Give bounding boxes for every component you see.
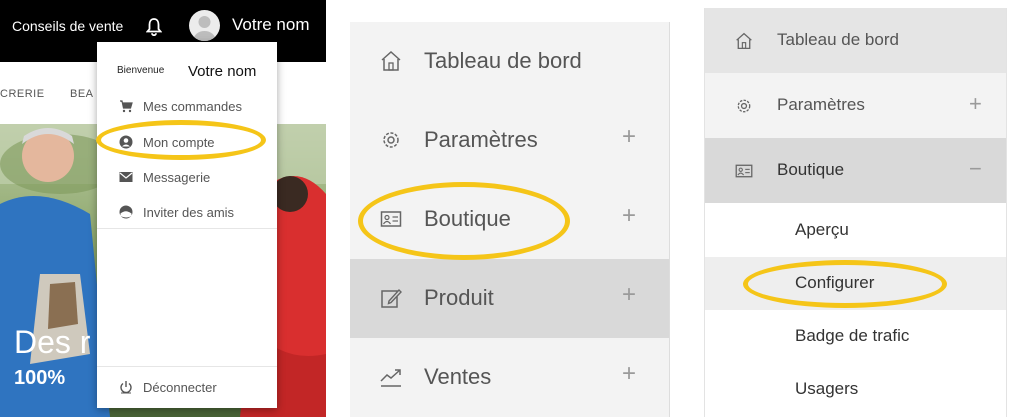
sidebar-item-label: Tableau de bord: [777, 30, 899, 49]
nav-category[interactable]: CRERIE: [0, 88, 45, 100]
sidebar-item-label: Tableau de bord: [424, 48, 582, 73]
invite-icon: [119, 205, 133, 219]
logout-label: Déconnecter: [143, 379, 217, 395]
expand-icon[interactable]: +: [622, 123, 636, 151]
user-name[interactable]: Votre nom: [232, 15, 310, 35]
sidebar-item-label: Boutique: [777, 160, 845, 179]
hero-subtext: 100%: [14, 367, 66, 389]
expand-icon[interactable]: +: [969, 91, 982, 117]
sidebar-item-sales[interactable]: Ventes +: [350, 338, 669, 417]
menu-item-orders[interactable]: Mes commandes: [119, 96, 242, 116]
avatar[interactable]: [189, 10, 220, 41]
sidebar-item-label: Ventes: [424, 364, 492, 389]
menu-item-label: Mes commandes: [143, 98, 242, 114]
logout-button[interactable]: Déconnecter: [119, 377, 217, 397]
admin-sidebar-expanded: Tableau de bord Paramètres + Boutique − …: [704, 8, 1007, 417]
submenu-item-label: Usagers: [795, 379, 859, 398]
cart-icon: [119, 99, 133, 113]
highlight-ellipse: [743, 260, 947, 308]
sidebar-item-label: Paramètres: [424, 127, 538, 152]
edit-icon: [380, 287, 402, 309]
sales-tips-link[interactable]: Conseils de vente: [12, 18, 123, 34]
submenu-item-users[interactable]: Usagers: [705, 363, 1006, 416]
submenu-item-label: Badge de trafic: [795, 326, 910, 345]
expand-icon[interactable]: +: [622, 281, 636, 309]
sidebar-item-product[interactable]: Produit +: [350, 259, 669, 338]
home-icon: [380, 50, 402, 72]
gear-icon: [380, 129, 402, 151]
collapse-icon[interactable]: −: [969, 156, 982, 182]
store-icon: [735, 162, 753, 180]
sidebar-item-settings[interactable]: Paramètres +: [705, 73, 1006, 138]
sidebar-item-dashboard[interactable]: Tableau de bord: [705, 8, 1006, 73]
menu-divider: [97, 228, 277, 229]
expand-icon[interactable]: +: [622, 202, 636, 230]
user-dropdown-menu: Bienvenue Votre nom Mes commandes Mon co…: [97, 42, 277, 408]
hero-headline: Des r: [14, 324, 91, 360]
highlight-ellipse: [96, 120, 266, 160]
sidebar-item-dashboard[interactable]: Tableau de bord: [350, 22, 669, 101]
submenu-item-traffic-badge[interactable]: Badge de trafic: [705, 310, 1006, 363]
sidebar-item-label: Paramètres: [777, 95, 865, 114]
menu-divider: [97, 366, 277, 367]
menu-item-label: Messagerie: [143, 169, 211, 185]
home-icon: [735, 32, 753, 50]
nav-category[interactable]: BEA: [70, 88, 94, 100]
menu-user-name: Votre nom: [188, 63, 257, 80]
admin-sidebar-collapsed: Tableau de bord Paramètres + Boutique + …: [350, 22, 670, 417]
welcome-label: Bienvenue: [117, 65, 165, 76]
menu-item-label: Inviter des amis: [143, 204, 235, 220]
submenu-item-overview[interactable]: Aperçu: [705, 204, 1006, 257]
sidebar-item-shop[interactable]: Boutique −: [705, 138, 1006, 203]
highlight-ellipse: [358, 182, 570, 260]
sidebar-item-label: Produit: [424, 285, 494, 310]
bell-icon[interactable]: [145, 18, 163, 41]
menu-item-messages[interactable]: Messagerie: [119, 167, 210, 187]
menu-item-invite[interactable]: Inviter des amis: [119, 202, 234, 222]
storefront-panel: Conseils de vente Votre nom CRERIE BEA D…: [0, 0, 326, 417]
expand-icon[interactable]: +: [622, 360, 636, 388]
sidebar-item-settings[interactable]: Paramètres +: [350, 101, 669, 180]
trend-icon: [380, 366, 402, 388]
power-icon: [119, 380, 133, 394]
mail-icon: [119, 170, 133, 184]
submenu-item-label: Aperçu: [795, 220, 849, 239]
gear-icon: [735, 97, 753, 115]
